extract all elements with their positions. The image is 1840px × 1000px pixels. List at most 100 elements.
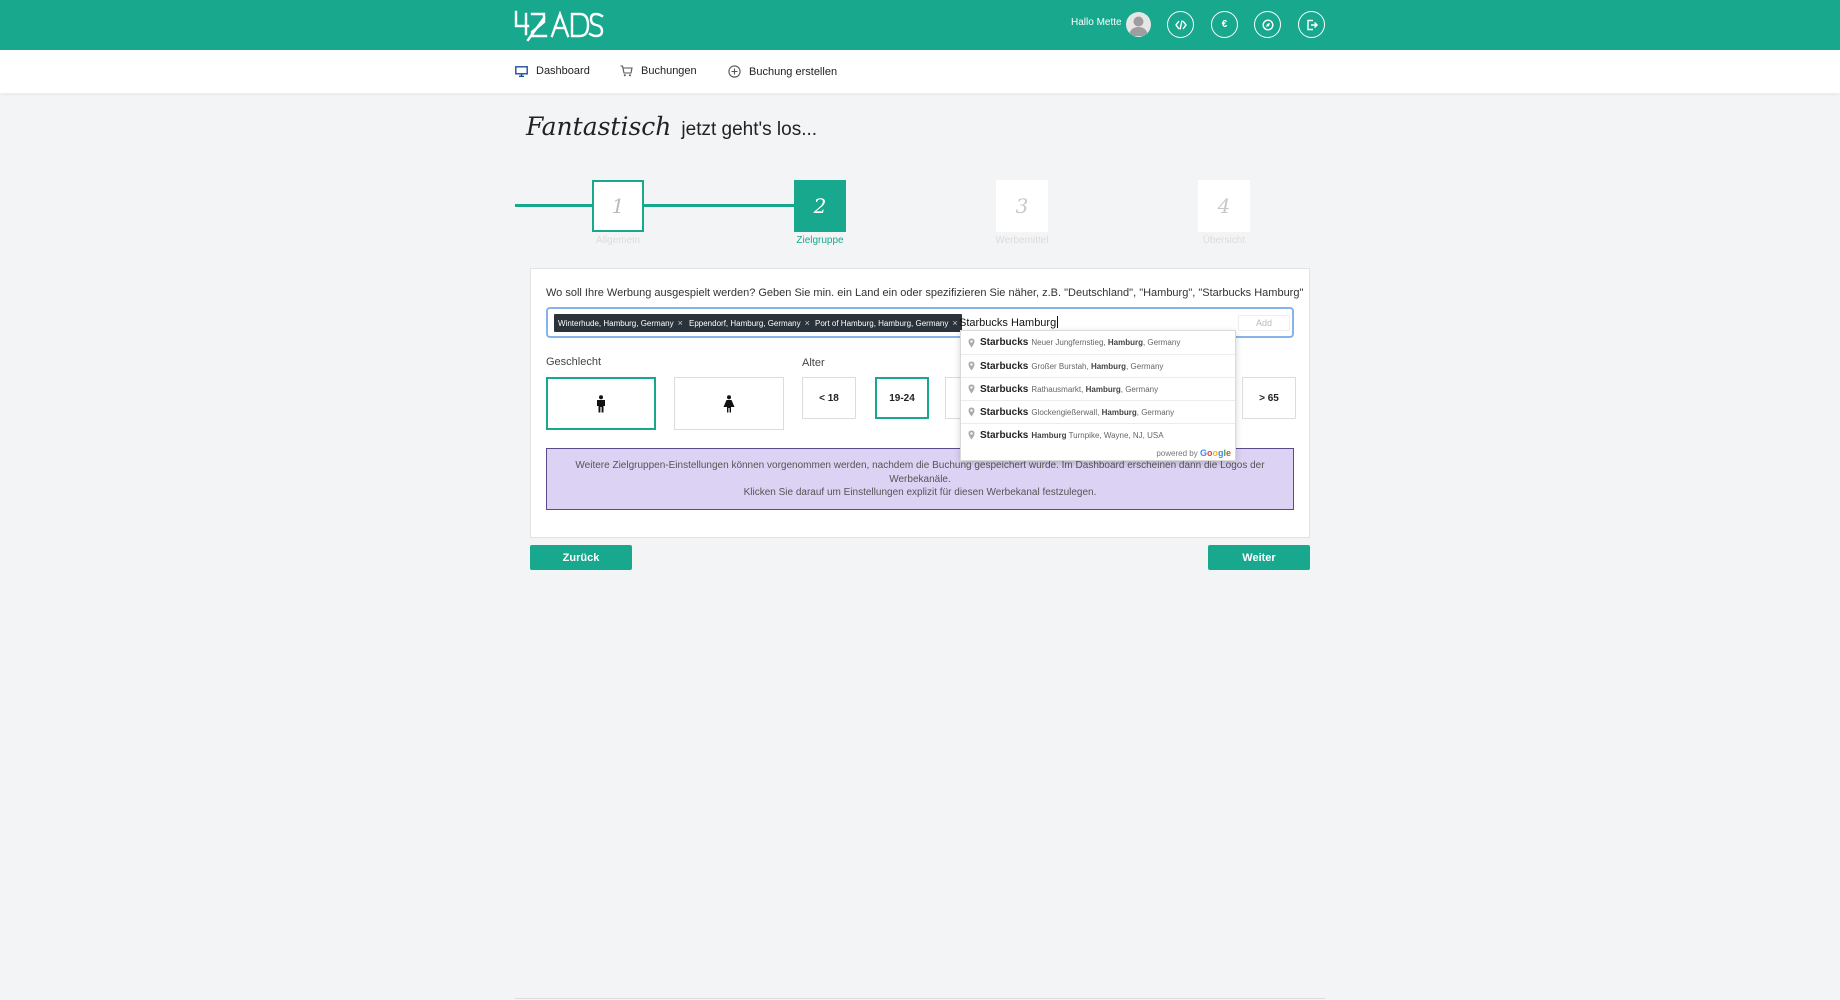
info-line-3: Klicken Sie darauf um Einstellungen expl… [743, 487, 1097, 498]
step-1-box[interactable]: 1 [592, 180, 644, 232]
nav-buchungen-label: Buchungen [641, 65, 697, 77]
step-2-label: Zielgruppe [796, 235, 844, 246]
tag-remove-icon[interactable]: × [805, 318, 810, 328]
suggestion-street: Großer Burstah, [1031, 361, 1089, 371]
suggestion-main: Starbucks [980, 360, 1029, 372]
suggestion-rest: , Germany [1136, 407, 1175, 417]
suggestion-street: Glockengießerwall, [1031, 407, 1100, 417]
step-3-box[interactable]: 3 [996, 180, 1048, 232]
page-bottom-divider [515, 998, 1325, 999]
monitor-icon [515, 65, 528, 77]
map-pin-icon [965, 361, 978, 371]
suggestion-secondary: Hamburg Turnpike, Wayne, NJ, USA [1031, 431, 1163, 440]
male-icon [597, 394, 605, 412]
google-logo: Google [1199, 448, 1231, 458]
gender-male-button[interactable] [546, 377, 656, 430]
step-4-label: Übersicht [1202, 235, 1246, 246]
suggestion-item[interactable]: Starbucks Glockengießerwall, Hamburg, Ge… [961, 400, 1235, 423]
step-4-box[interactable]: 4 [1198, 180, 1250, 232]
location-tag: Eppendorf, Hamburg, Germany × [685, 314, 814, 332]
billing-button[interactable]: € [1211, 11, 1238, 38]
map-pin-icon [965, 384, 978, 394]
suggestion-item[interactable]: Starbucks Rathausmarkt, Hamburg, Germany [961, 377, 1235, 400]
avatar-icon [1129, 16, 1148, 36]
logout-button[interactable] [1298, 11, 1325, 38]
suggestion-secondary: Großer Burstah, Hamburg, Germany [1031, 362, 1163, 371]
main-nav: Dashboard Buchungen Buchung erstellen [0, 50, 1840, 93]
code-icon [1174, 19, 1187, 30]
info-line-2: Werbekanäle. [889, 473, 951, 485]
stepper-progress-line [515, 204, 795, 207]
suggestion-secondary: Rathausmarkt, Hamburg, Germany [1031, 385, 1158, 394]
step-3-label: Werbemittel [995, 235, 1049, 246]
step-1-label: Allgemein [596, 235, 640, 246]
user-greeting: Hallo Mette [1071, 17, 1122, 28]
suggestion-item[interactable]: Starbucks Großer Burstah, Hamburg, Germa… [961, 354, 1235, 377]
page-title: Fantastisch jetzt geht's los... [526, 112, 817, 141]
suggestion-main: Starbucks [980, 337, 1029, 348]
suggestion-rest: , Germany [1142, 338, 1181, 347]
gender-label: Geschlecht [546, 356, 602, 368]
suggestion-city: Hamburg [1085, 384, 1121, 394]
page-title-text: jetzt geht's los... [681, 119, 818, 140]
age-under-18-button[interactable]: < 18 [802, 377, 856, 419]
compass-icon [1261, 18, 1274, 31]
age-19-24-button[interactable]: 19-24 [875, 377, 929, 419]
age-label: Alter [802, 357, 825, 369]
euro-icon: € [1221, 19, 1228, 30]
back-button[interactable]: Zurück [530, 545, 632, 570]
info-line-1: Weitere Zielgruppen-Einstellungen können… [575, 460, 1265, 471]
explore-button[interactable] [1254, 11, 1281, 38]
suggestion-rest: , Germany [1126, 361, 1164, 371]
nav-dashboard-label: Dashboard [536, 65, 590, 77]
page-title-script: Fantastisch [526, 112, 672, 141]
location-search-input[interactable]: Starbucks Hamburg [959, 316, 1059, 329]
powered-by-google: powered by Google [1156, 448, 1231, 458]
tag-remove-icon[interactable]: × [952, 318, 957, 328]
suggestion-item[interactable]: Starbucks Hamburg Turnpike, Wayne, NJ, U… [961, 423, 1235, 446]
gender-female-button[interactable] [674, 377, 784, 430]
female-icon [723, 394, 735, 412]
suggestion-secondary: Neuer Jungfernstieg, Hamburg, Germany [1031, 338, 1180, 347]
suggestion-street: Rathausmarkt, [1031, 384, 1084, 394]
plus-circle-icon [728, 65, 741, 78]
nav-buchungen[interactable]: Buchungen [620, 65, 697, 77]
suggestion-item[interactable]: Starbucks Neuer Jungfernstieg, Hamburg, … [961, 331, 1235, 354]
map-pin-icon [965, 338, 978, 348]
code-button[interactable] [1167, 11, 1194, 38]
suggestion-main: Starbucks [980, 429, 1029, 441]
map-pin-icon [965, 407, 978, 417]
suggestion-city: Hamburg [1090, 361, 1127, 371]
suggestion-secondary: Glockengießerwall, Hamburg, Germany [1031, 408, 1174, 417]
brand-logo[interactable] [514, 10, 604, 42]
map-pin-icon [965, 430, 978, 440]
logout-icon [1306, 19, 1318, 30]
next-button[interactable]: Weiter [1208, 545, 1310, 570]
suggestion-main: Starbucks [980, 383, 1029, 395]
suggestion-city: Hamburg [1031, 430, 1067, 440]
powered-by-text: powered by [1156, 449, 1198, 458]
suggestion-main: Starbucks [980, 406, 1029, 418]
suggestion-street: Neuer Jungfernstieg, [1031, 338, 1106, 347]
suggestion-rest: , Germany [1120, 384, 1159, 394]
location-tag: Port of Hamburg, Hamburg, Germany × [811, 314, 962, 332]
cart-icon [620, 65, 633, 77]
suggestion-rest: Turnpike, Wayne, NJ, USA [1066, 430, 1164, 440]
nav-dashboard[interactable]: Dashboard [515, 65, 590, 77]
location-suggestions-dropdown: Starbucks Neuer Jungfernstieg, Hamburg, … [960, 330, 1236, 461]
location-tag-label: Eppendorf, Hamburg, Germany [689, 318, 801, 328]
location-search-value: Starbucks Hamburg [959, 317, 1057, 329]
location-tag-label: Port of Hamburg, Hamburg, Germany [815, 318, 949, 328]
location-tag-label: Winterhude, Hamburg, Germany [558, 318, 674, 328]
age-over-65-button[interactable]: > 65 [1242, 377, 1296, 419]
tag-remove-icon[interactable]: × [678, 318, 683, 328]
add-location-button[interactable]: Add [1238, 315, 1290, 331]
suggestion-city: Hamburg [1107, 338, 1143, 347]
nav-buchung-erstellen-label: Buchung erstellen [749, 65, 838, 78]
top-header-bar: Hallo Mette € [0, 0, 1840, 50]
nav-buchung-erstellen[interactable]: Buchung erstellen [728, 65, 837, 78]
suggestion-city: Hamburg [1101, 407, 1137, 417]
location-question: Wo soll Ihre Werbung ausgespielt werden?… [546, 287, 1304, 299]
step-2-box[interactable]: 2 [794, 180, 846, 232]
avatar[interactable] [1126, 12, 1151, 37]
